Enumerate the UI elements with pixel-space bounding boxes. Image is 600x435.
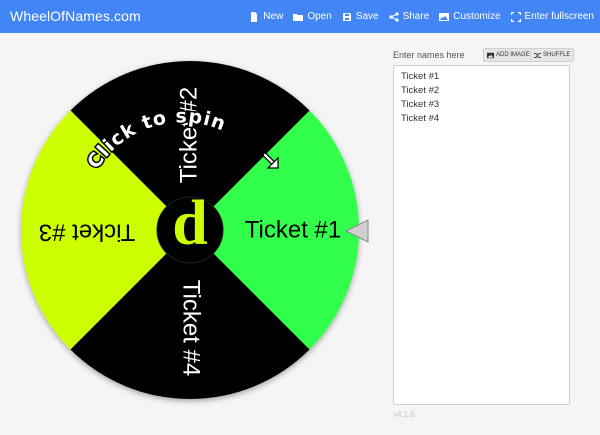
top-bar: WheelOfNames.com New Open Save Share Cus… [0, 0, 600, 33]
open-label: Open [307, 11, 332, 22]
hub-logo-letter: d [172, 187, 208, 258]
image-icon [439, 12, 450, 21]
add-image-label: ADD IMAGE [496, 52, 530, 58]
names-panel-header: Enter names here ADD IMAGE SHUFFLE [393, 45, 575, 65]
customize-label: Customize [453, 11, 501, 22]
app-title[interactable]: WheelOfNames.com [10, 8, 141, 24]
add-image-button[interactable]: ADD IMAGE [483, 48, 534, 62]
name-entry: Ticket #3 [401, 99, 440, 110]
names-textarea[interactable]: Ticket #1 Ticket #2 Ticket #3 Ticket #4 [393, 65, 570, 405]
fullscreen-label: Enter fullscreen [524, 11, 594, 22]
save-label: Save [355, 11, 379, 22]
shuffle-button[interactable]: SHUFFLE [530, 48, 575, 62]
folder-icon [293, 13, 304, 21]
wheel-label-3: Ticket #3 [39, 219, 135, 246]
top-menu: New Open Save Share Customize Enter full… [239, 0, 594, 33]
customize-button[interactable]: Customize [439, 11, 501, 22]
names-panel: Enter names here ADD IMAGE SHUFFLE Ticke… [393, 45, 575, 405]
shuffle-icon [534, 52, 541, 58]
names-label: Enter names here [393, 50, 465, 60]
floppy-icon [342, 12, 351, 21]
fullscreen-button[interactable]: Enter fullscreen [510, 11, 594, 22]
name-entry: Ticket #4 [401, 113, 440, 124]
version-label: v4.1.6 [393, 410, 415, 419]
wheel-label-2: Ticket #2 [175, 87, 202, 183]
wheel-stage: Ticket #1 Ticket #2 Ticket #3 Ticket #4 … [0, 33, 385, 435]
share-label: Share [402, 11, 430, 22]
wheel-label-1: Ticket #1 [245, 216, 341, 243]
share-button[interactable]: Share [388, 11, 430, 22]
new-button[interactable]: New [249, 11, 283, 22]
wheel[interactable]: Ticket #1 Ticket #2 Ticket #3 Ticket #4 … [0, 33, 385, 435]
name-entry: Ticket #1 [401, 71, 440, 82]
fullscreen-icon [510, 11, 521, 22]
wheel-label-4: Ticket #4 [178, 280, 205, 376]
open-button[interactable]: Open [293, 11, 332, 22]
shuffle-label: SHUFFLE [543, 52, 571, 58]
file-icon [251, 11, 258, 22]
name-entry: Ticket #2 [401, 85, 440, 96]
save-button[interactable]: Save [342, 11, 379, 22]
share-icon [388, 11, 399, 22]
new-label: New [263, 11, 284, 22]
image-icon [487, 52, 494, 58]
